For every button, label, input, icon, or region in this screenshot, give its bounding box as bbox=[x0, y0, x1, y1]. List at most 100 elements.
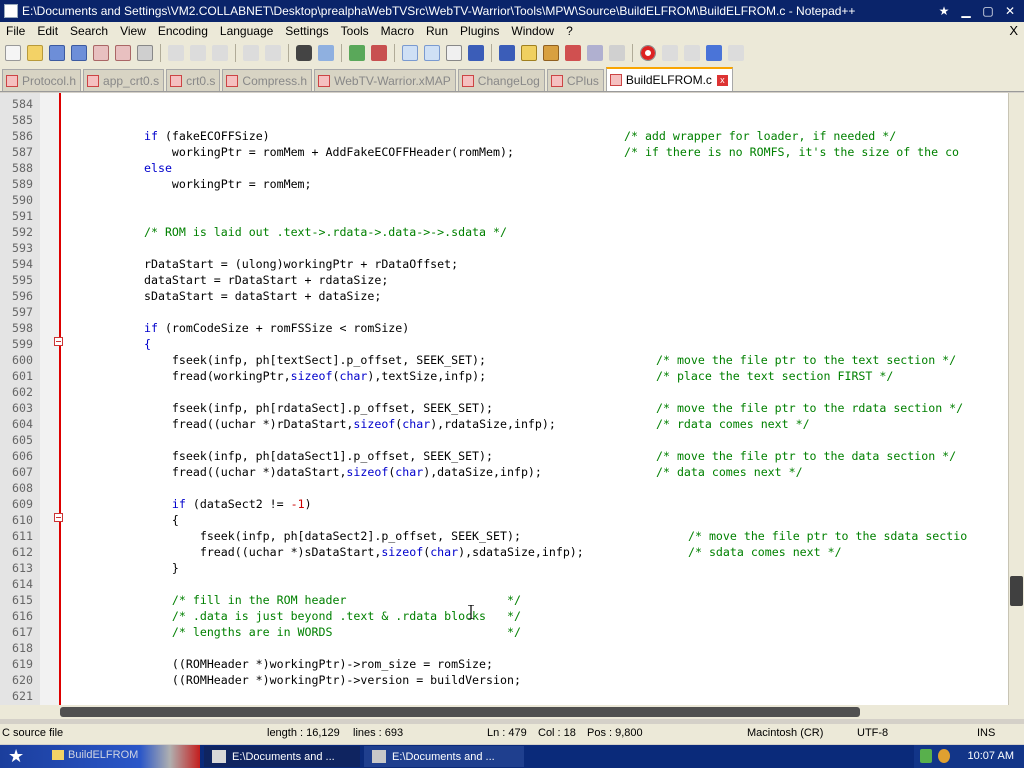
save-macro-icon[interactable] bbox=[728, 45, 744, 61]
copy-icon[interactable] bbox=[190, 45, 206, 61]
status-position: Pos : 9,800 bbox=[587, 727, 643, 739]
stop-macro-icon[interactable] bbox=[662, 45, 678, 61]
open-file-icon[interactable] bbox=[27, 45, 43, 61]
close-document-button[interactable]: X bbox=[1009, 23, 1018, 38]
line-number: 592 bbox=[12, 225, 33, 239]
keyword: sizeof bbox=[346, 465, 389, 479]
taskbar-item-explorer[interactable]: E:\Documents and ... bbox=[364, 746, 524, 767]
doc-map-icon[interactable] bbox=[565, 45, 581, 61]
search-icon[interactable] bbox=[938, 749, 950, 763]
code-text: (dataSect2 != bbox=[185, 497, 291, 511]
line-number: 598 bbox=[12, 321, 33, 335]
tab-crt0-s[interactable]: crt0.s bbox=[166, 69, 221, 91]
zoom-out-icon[interactable] bbox=[371, 45, 387, 61]
undo-icon[interactable] bbox=[243, 45, 259, 61]
code-line: workingPtr = romMem + AddFakeECOFFHeader… bbox=[144, 145, 514, 159]
play-macro-icon[interactable] bbox=[684, 45, 700, 61]
indent-guide-icon[interactable] bbox=[499, 45, 515, 61]
tab-cplus[interactable]: CPlus bbox=[546, 69, 604, 91]
vertical-scroll-thumb[interactable] bbox=[1010, 576, 1023, 606]
close-tab-icon[interactable]: x bbox=[716, 74, 728, 86]
language-xml-icon[interactable] bbox=[521, 45, 537, 61]
menu-window[interactable]: Window bbox=[505, 24, 560, 38]
menu-encoding[interactable]: Encoding bbox=[152, 24, 214, 38]
horizontal-scroll-thumb[interactable] bbox=[60, 707, 860, 717]
fold-box-icon[interactable] bbox=[54, 513, 63, 522]
word-wrap-icon[interactable] bbox=[446, 45, 462, 61]
menu-plugins[interactable]: Plugins bbox=[454, 24, 505, 38]
line-number: 594 bbox=[12, 257, 33, 271]
code-comment: /* move the file ptr to the rdata sectio… bbox=[656, 401, 964, 415]
tab-buildelfrom-c[interactable]: BuildELFROM.c x bbox=[605, 67, 733, 91]
function-list-icon[interactable] bbox=[587, 45, 603, 61]
tab-changelog[interactable]: ChangeLog bbox=[457, 69, 545, 91]
find-icon[interactable] bbox=[296, 45, 312, 61]
tab-webtv-warrior-xmap[interactable]: WebTV-Warrior.xMAP bbox=[314, 69, 456, 91]
show-all-chars-icon[interactable] bbox=[468, 45, 484, 61]
menu-settings[interactable]: Settings bbox=[279, 24, 334, 38]
keyword: char bbox=[402, 417, 431, 431]
taskbar-item-notepadpp[interactable]: E:\Documents and ... bbox=[204, 746, 360, 767]
toolbar-separator bbox=[288, 44, 289, 62]
redo-icon[interactable] bbox=[265, 45, 281, 61]
code-text: ),rdataSize,infp); bbox=[430, 417, 556, 431]
code-comment: /* move the file ptr to the text section… bbox=[656, 353, 957, 367]
code-comment: /* move the file ptr to the sdata sectio bbox=[688, 529, 968, 543]
print-icon[interactable] bbox=[137, 45, 153, 61]
toolbar-separator bbox=[341, 44, 342, 62]
paste-icon[interactable] bbox=[212, 45, 228, 61]
horizontal-scrollbar[interactable] bbox=[0, 705, 1024, 719]
keyword: if bbox=[144, 497, 186, 511]
tab-protocol-h[interactable]: Protocol.h bbox=[2, 69, 82, 91]
close-button[interactable]: ✕ bbox=[1000, 3, 1020, 19]
fold-box-icon[interactable] bbox=[54, 337, 63, 346]
close-all-icon[interactable] bbox=[115, 45, 131, 61]
sync-horizontal-icon[interactable] bbox=[424, 45, 440, 61]
line-number: 620 bbox=[12, 673, 33, 687]
sync-vertical-icon[interactable] bbox=[402, 45, 418, 61]
tab-compress-h[interactable]: Compress.h bbox=[222, 69, 313, 91]
tab-label: CPlus bbox=[566, 73, 599, 88]
menu-tools[interactable]: Tools bbox=[335, 24, 375, 38]
code-area[interactable]: if (fakeECOFFSize) /* add wrapper for lo… bbox=[64, 96, 1008, 705]
status-column: Col : 18 bbox=[538, 727, 576, 739]
keyword: sizeof bbox=[353, 417, 396, 431]
code-line: if (dataSect2 != -1) bbox=[144, 496, 312, 512]
menu-help[interactable]: ? bbox=[560, 24, 579, 38]
new-file-icon[interactable] bbox=[5, 45, 21, 61]
monitoring-icon[interactable] bbox=[609, 45, 625, 61]
menu-edit[interactable]: Edit bbox=[31, 24, 64, 38]
star-icon[interactable]: ★ bbox=[934, 3, 954, 19]
tab-app-crt0-s[interactable]: app_crt0.s bbox=[83, 69, 165, 91]
record-macro-icon[interactable] bbox=[640, 45, 656, 61]
menu-run[interactable]: Run bbox=[420, 24, 454, 38]
replace-icon[interactable] bbox=[318, 45, 334, 61]
code-line: if (fakeECOFFSize) bbox=[144, 128, 270, 144]
code-editor[interactable]: 584 585 586 587 588 589 590 591 592 593 594 595 596 5… bbox=[0, 93, 1008, 705]
clock: 10:07 AM bbox=[967, 750, 1014, 762]
maximize-button[interactable]: ▢ bbox=[978, 3, 998, 19]
user-define-icon[interactable] bbox=[543, 45, 559, 61]
minimize-button[interactable]: ▁ bbox=[956, 3, 976, 19]
menu-file[interactable]: File bbox=[0, 24, 31, 38]
vertical-scrollbar[interactable] bbox=[1008, 93, 1024, 705]
cut-icon[interactable] bbox=[168, 45, 184, 61]
status-insert-mode: INS bbox=[977, 727, 996, 739]
save-all-icon[interactable] bbox=[71, 45, 87, 61]
save-icon[interactable] bbox=[49, 45, 65, 61]
start-button[interactable]: ★ BuildELFROM bbox=[0, 745, 200, 768]
close-file-icon[interactable] bbox=[93, 45, 109, 61]
menu-search[interactable]: Search bbox=[64, 24, 114, 38]
menu-macro[interactable]: Macro bbox=[375, 24, 420, 38]
zoom-in-icon[interactable] bbox=[349, 45, 365, 61]
line-number: 617 bbox=[12, 625, 33, 639]
status-line: Ln : 479 bbox=[487, 727, 527, 739]
status-encoding: UTF-8 bbox=[857, 727, 889, 739]
line-number: 597 bbox=[12, 305, 33, 319]
menu-view[interactable]: View bbox=[114, 24, 152, 38]
network-icon[interactable] bbox=[920, 749, 932, 763]
fold-margin bbox=[40, 93, 60, 705]
play-multiple-icon[interactable] bbox=[706, 45, 722, 61]
menu-language[interactable]: Language bbox=[214, 24, 279, 38]
code-comment: /* if there is no ROMFS, it's the size o… bbox=[624, 145, 960, 159]
